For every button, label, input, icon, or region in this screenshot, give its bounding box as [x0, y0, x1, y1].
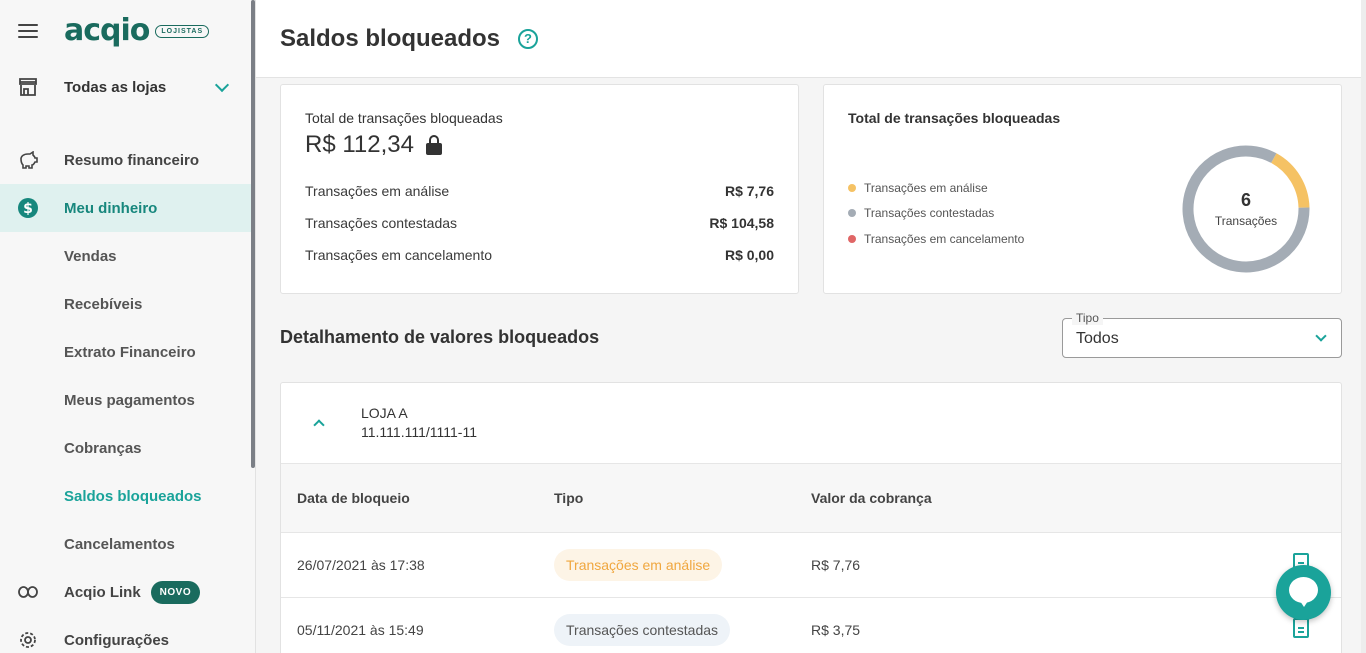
legend-item: Transações em cancelamento	[848, 226, 1024, 252]
status-badge: Transações em análise	[554, 549, 723, 581]
row-date: 26/07/2021 às 17:38	[297, 557, 425, 573]
sidebar-subitem-vendas[interactable]: Vendas	[0, 232, 251, 280]
store-group-header[interactable]: LOJA A 11.111.111/1111-11	[281, 383, 1341, 464]
sidebar-subitem-cancelamentos[interactable]: Cancelamentos	[0, 520, 251, 568]
sidebar-subitem-saldos-bloqueados[interactable]: Saldos bloqueados	[0, 472, 251, 520]
card-title: Total de transações bloqueadas	[848, 110, 1061, 126]
logo[interactable]: acqio	[64, 16, 150, 46]
total-amount: R$ 112,34	[305, 131, 414, 158]
donut-center-label: Transações	[1215, 214, 1277, 228]
row-date: 05/11/2021 às 15:49	[297, 622, 424, 638]
sidebar-item-label: Configurações	[64, 631, 170, 649]
sidebar: acqio LOJISTAS Todas as lojas Resumo fin…	[0, 0, 256, 653]
type-filter-value: Todos	[1076, 330, 1119, 347]
gear-icon	[18, 630, 38, 650]
summary-row-value: R$ 0,00	[724, 247, 774, 263]
summary-row: Transações contestadas R$ 104,58	[305, 207, 774, 239]
row-value: R$ 3,75	[811, 622, 861, 638]
sidebar-scrollbar[interactable]	[251, 0, 255, 468]
legend-item: Transações em análise	[848, 175, 1024, 201]
chevron-down-icon	[214, 77, 230, 93]
blocked-total-value: R$ 112,34	[305, 131, 774, 159]
sidebar-subitem-recebiveis[interactable]: Recebíveis	[0, 280, 251, 328]
store-info: LOJA A 11.111.111/1111-11	[361, 404, 477, 442]
sidebar-subitem-extrato[interactable]: Extrato Financeiro	[0, 328, 251, 376]
document-icon[interactable]	[1293, 618, 1309, 638]
chevron-down-icon	[1315, 330, 1327, 342]
row-value: R$ 7,76	[811, 557, 861, 573]
link-icon	[18, 582, 38, 602]
donut-slice-0	[1270, 153, 1310, 208]
sidebar-item-resumo-financeiro[interactable]: Resumo financeiro	[0, 136, 251, 184]
store-selector-label: Todas as lojas	[64, 78, 167, 96]
store-name: LOJA A	[361, 405, 408, 421]
sidebar-subitem-pagamentos[interactable]: Meus pagamentos	[0, 376, 251, 424]
summary-row-label: Transações em análise	[305, 183, 450, 199]
lock-icon	[425, 135, 442, 155]
page-title: Saldos bloqueados	[280, 24, 501, 52]
column-header: Tipo	[554, 490, 584, 506]
legend-label: Transações em análise	[864, 180, 988, 195]
blocked-total-card: Total de transações bloqueadas R$ 112,34…	[280, 84, 799, 294]
donut-chart: 6 Transações	[1182, 145, 1310, 273]
legend-label: Transações em cancelamento	[864, 231, 1025, 246]
blocked-details-table: LOJA A 11.111.111/1111-11 Data de bloque…	[280, 382, 1342, 653]
legend-dot	[848, 183, 856, 192]
legend-dot	[848, 234, 856, 243]
table-row: 05/11/2021 às 15:49 Transações contestad…	[281, 598, 1341, 653]
sidebar-item-configuracoes[interactable]: Configurações	[0, 616, 251, 653]
chart-legend: Transações em análise Transações contest…	[848, 175, 1024, 252]
menu-icon[interactable]	[18, 24, 38, 38]
piggy-bank-icon	[18, 150, 38, 170]
store-icon	[19, 78, 37, 96]
logo-badge: LOJISTAS	[155, 24, 210, 38]
sidebar-item-meu-dinheiro[interactable]: $ Meu dinheiro	[0, 184, 251, 232]
logo-row: acqio LOJISTAS	[18, 14, 210, 48]
donut-center-value: 6	[1241, 190, 1251, 210]
store-selector[interactable]: Todas as lojas	[0, 68, 251, 106]
chat-bubble-tail	[1298, 598, 1310, 607]
summary-rows: Transações em análise R$ 7,76 Transações…	[305, 175, 774, 271]
column-header: Valor da cobrança	[811, 490, 932, 506]
summary-row-value: R$ 7,76	[724, 183, 774, 199]
sidebar-nav: Resumo financeiro $ Meu dinheiro Vendas …	[0, 136, 251, 653]
sidebar-item-label: Resumo financeiro	[64, 151, 200, 169]
legend-dot	[848, 209, 856, 218]
dollar-icon: $	[18, 198, 38, 218]
chevron-up-icon[interactable]	[313, 419, 325, 431]
new-badge: NOVO	[150, 580, 201, 604]
sidebar-item-acqio-link[interactable]: Acqio Link NOVO	[0, 568, 251, 616]
card-title: Total de transações bloqueadas	[305, 110, 503, 126]
page-header: Saldos bloqueados ?	[256, 0, 1366, 78]
type-filter-select[interactable]: Tipo Todos	[1062, 311, 1342, 358]
summary-row-label: Transações em cancelamento	[305, 247, 493, 263]
table-row: 26/07/2021 às 17:38 Transações em anális…	[281, 533, 1341, 598]
status-badge: Transações contestadas	[554, 614, 731, 646]
summary-row: Transações em cancelamento R$ 0,00	[305, 239, 774, 271]
column-header: Data de bloqueio	[297, 490, 410, 506]
chat-button[interactable]	[1276, 565, 1331, 620]
store-document: 11.111.111/1111-11	[361, 424, 477, 440]
summary-row-label: Transações contestadas	[305, 215, 458, 231]
summary-row-value: R$ 104,58	[709, 215, 774, 231]
legend-item: Transações contestadas	[848, 201, 1024, 227]
svg-text:$: $	[23, 201, 33, 217]
sidebar-subitem-cobrancas[interactable]: Cobranças	[0, 424, 251, 472]
section-title: Detalhamento de valores bloqueados	[280, 327, 600, 347]
legend-label: Transações contestadas	[864, 206, 995, 221]
main-content: Saldos bloqueados ? Total de transações …	[256, 0, 1366, 653]
blocked-chart-card: Total de transações bloqueadas Transaçõe…	[823, 84, 1342, 294]
main-scrollbar[interactable]	[1361, 0, 1366, 653]
type-filter-label: Tipo	[1072, 311, 1103, 325]
summary-row: Transações em análise R$ 7,76	[305, 175, 774, 207]
sidebar-item-label: Acqio Link	[64, 583, 141, 601]
table-header: Data de bloqueio Tipo Valor da cobrança	[281, 464, 1341, 533]
help-icon[interactable]: ?	[518, 28, 539, 49]
sidebar-item-label: Meu dinheiro	[64, 199, 158, 217]
